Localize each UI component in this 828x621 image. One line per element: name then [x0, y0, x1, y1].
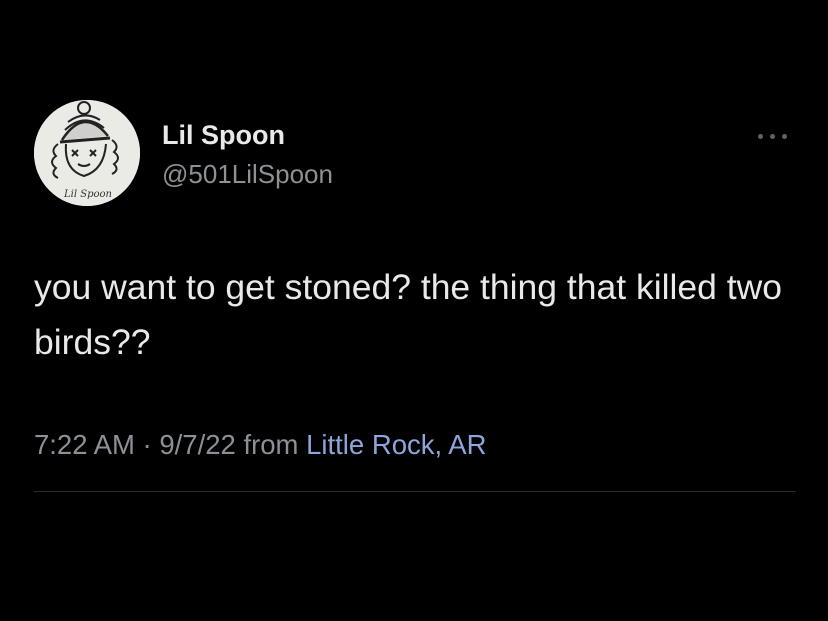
more-options-button[interactable] [752, 124, 796, 148]
tweet-card: Lil Spoon Lil Spoon @501LilSpoon you wan… [0, 0, 828, 621]
avatar-caption: Lil Spoon [63, 189, 112, 200]
display-name[interactable]: Lil Spoon [162, 118, 285, 152]
tweet-text: you want to get stoned? the thing that k… [34, 267, 782, 362]
user-handle[interactable]: @501LilSpoon [162, 157, 333, 191]
tweet-metadata: 7:22 AM · 9/7/22 from Little Rock, AR [34, 426, 486, 464]
avatar-drawing-icon: Lil Spoon [34, 100, 140, 206]
divider [34, 491, 796, 492]
tweet-date[interactable]: 9/7/22 [159, 429, 235, 460]
avatar[interactable]: Lil Spoon [34, 100, 140, 206]
tweet-time[interactable]: 7:22 AM [34, 429, 135, 460]
svg-text:Lil Spoon: Lil Spoon [63, 189, 112, 200]
from-label: from [243, 429, 299, 460]
meta-separator: · [142, 429, 152, 460]
location-link[interactable]: Little Rock, AR [306, 429, 486, 460]
